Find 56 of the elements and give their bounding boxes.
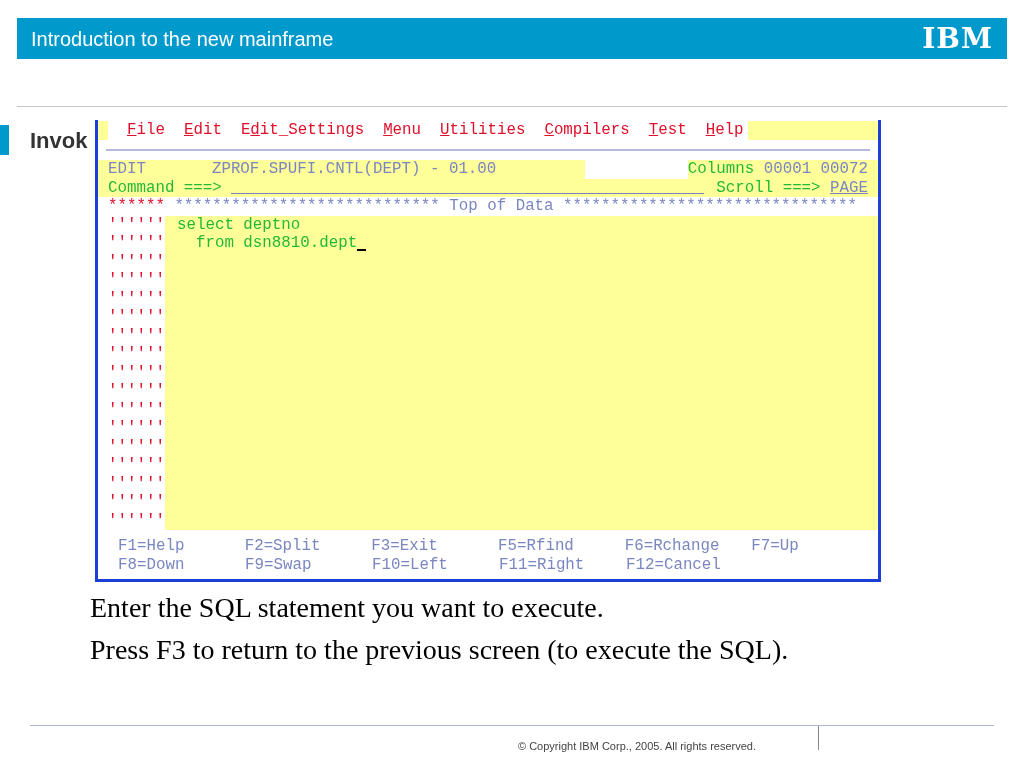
menu-item[interactable]: Utilities: [440, 121, 526, 140]
line-prefix: '''''': [108, 419, 165, 438]
menu-item[interactable]: File: [127, 121, 165, 140]
line-prefix: '''''': [108, 363, 165, 382]
columns-value: 00001 00072: [763, 160, 868, 179]
line-prefix: '''''': [108, 234, 165, 253]
menu-item[interactable]: Edit_Settings: [240, 121, 365, 140]
menu-item[interactable]: Menu: [383, 121, 422, 140]
menu-item[interactable]: Help: [705, 121, 744, 140]
top-of-data-prefix: ******: [108, 197, 165, 216]
highlight-strip: [98, 121, 108, 140]
copyright-text: © Copyright IBM Corp., 2005. All rights reserved.: [518, 739, 756, 754]
line-prefix: '''''': [108, 215, 165, 234]
line-prefix: '''''': [108, 400, 165, 419]
function-key-label: F1=Help: [118, 537, 185, 555]
line-prefix: '''''': [108, 493, 165, 512]
line-prefix: '''''': [108, 271, 165, 290]
function-key-label: F11=Right: [499, 556, 585, 574]
function-key-label: F12=Cancel: [626, 556, 721, 574]
function-key-label: F3=Exit: [371, 537, 438, 555]
menu-item[interactable]: Test: [648, 121, 687, 140]
logo: IBM: [922, 23, 993, 54]
line-prefix: '''''': [108, 437, 165, 456]
line-prefix: '''''': [108, 382, 165, 401]
top-of-data-marker: **************************** Top of Data *******************************: [174, 197, 857, 216]
line-prefix: '''''': [108, 456, 165, 475]
columns-label: Columns: [687, 160, 755, 179]
function-key-label: F5=Rfind: [498, 537, 574, 555]
menu-item[interactable]: Compilers: [544, 121, 630, 140]
slide-header-title: Introduction to the new mainframe: [31, 26, 334, 52]
text-cursor: [357, 249, 367, 251]
line-prefix: '''''': [108, 308, 165, 327]
code-line: from dsn8810.dept: [194, 234, 358, 253]
code-line: select deptno: [177, 215, 301, 234]
dataset-name: ZPROF.SPUFI.CNTL(DEPT) - 01.00: [211, 160, 497, 179]
function-key-label: F10=Left: [372, 556, 448, 574]
function-key-label: F9=Swap: [245, 556, 312, 574]
menu-item[interactable]: Edit: [183, 121, 222, 140]
line-prefix: '''''': [108, 289, 165, 308]
function-key-label: F7=Up: [751, 537, 799, 555]
body-text: Press F3 to return to the previous screen (to execute the SQL).: [90, 633, 790, 667]
scroll-label: Scroll ===>: [716, 178, 821, 197]
function-key-label: F2=Split: [244, 537, 321, 555]
function-key-label: F8=Down: [118, 556, 185, 574]
command-label: Command ===>: [108, 178, 222, 197]
body-text: Enter the SQL statement you want to execute.: [90, 591, 605, 625]
slide-title: Invok: [30, 126, 88, 155]
edit-mode-label: EDIT: [108, 160, 146, 179]
bullet-marker: [0, 125, 9, 155]
line-prefix: '''''': [108, 345, 165, 364]
line-prefix: '''''': [108, 511, 165, 530]
scroll-amount[interactable]: PAGE: [830, 178, 868, 197]
line-prefix: '''''': [108, 326, 165, 345]
line-prefix: '''''': [108, 252, 165, 271]
line-prefix: '''''': [108, 474, 165, 493]
function-key-label: F6=Rchange: [624, 537, 720, 555]
